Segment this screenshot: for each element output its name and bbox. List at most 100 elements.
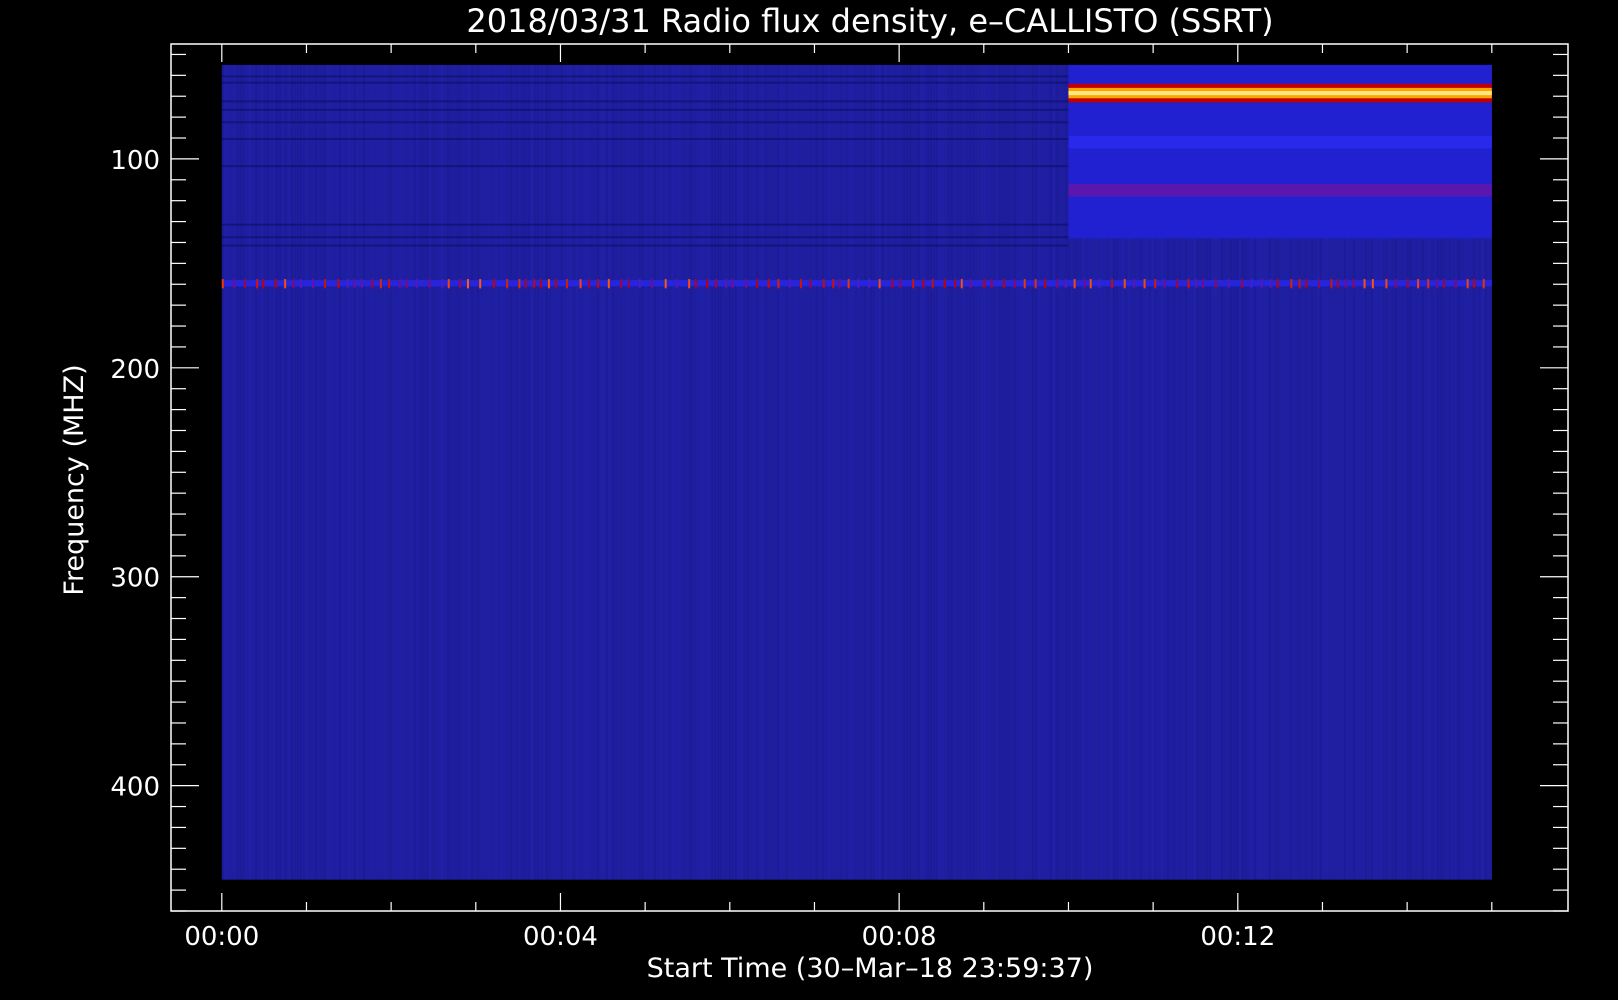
noise-stripe [996, 65, 998, 880]
rfi-speckle [588, 279, 591, 289]
noise-stripe [1041, 65, 1043, 880]
rfi-speckle [1083, 279, 1086, 289]
rfi-speckle [638, 279, 641, 289]
noise-stripe [360, 65, 362, 880]
noise-stripe [602, 64, 605, 880]
noise-stripe [470, 64, 473, 880]
rfi-speckle [1241, 279, 1244, 289]
noise-stripe [308, 64, 311, 880]
x-tick-label: 00:00 [184, 922, 259, 952]
noise-line [221, 138, 1069, 141]
noise-line [221, 223, 1069, 226]
noise-stripe [368, 64, 371, 880]
rfi-speckle [447, 279, 450, 289]
noise-stripe [1029, 65, 1031, 880]
noise-stripe [663, 65, 665, 880]
noise-stripe [783, 65, 785, 880]
rfi-speckle [1473, 279, 1476, 289]
rfi-speckle [262, 279, 265, 289]
noise-stripe [659, 64, 662, 880]
noise-stripe [608, 64, 611, 880]
rfi-speckle [324, 279, 327, 289]
rfi-speckle [1298, 279, 1301, 289]
rfi-speckle [1406, 279, 1409, 289]
noise-stripe [641, 64, 644, 880]
noise-stripe [413, 64, 416, 880]
noise-stripe [704, 64, 707, 880]
noise-stripe [260, 64, 263, 880]
noise-stripe [888, 65, 890, 880]
emission-band [1068, 183, 1492, 197]
noise-line [221, 100, 1069, 103]
rfi-speckle [731, 279, 734, 289]
noise-stripe [375, 65, 377, 880]
rfi-speckle [466, 279, 469, 289]
noise-stripe [560, 64, 563, 880]
noise-stripe [615, 65, 617, 880]
noise-stripe [650, 64, 653, 880]
noise-stripe [858, 65, 860, 880]
noise-stripe [545, 64, 548, 880]
noise-stripe [1049, 64, 1052, 880]
noise-stripe [462, 65, 464, 880]
rfi-speckle [715, 279, 718, 289]
rfi-speckle [533, 279, 536, 289]
rfi-speckle [1482, 279, 1485, 289]
rfi-speckle [284, 279, 287, 289]
rfi-speckle [857, 279, 860, 289]
noise-stripe [798, 65, 800, 880]
rfi-speckle [1163, 279, 1166, 289]
rfi-speckle [539, 279, 542, 289]
rfi-speckle [832, 279, 835, 289]
rfi-speckle [1269, 279, 1272, 289]
noise-stripe [863, 64, 866, 880]
y-tick-label: 200 [110, 355, 160, 385]
rfi-speckle [1260, 279, 1263, 289]
noise-stripe [296, 64, 299, 880]
noise-stripe [807, 65, 809, 880]
noise-stripe [540, 65, 542, 880]
noise-stripe [270, 65, 272, 880]
rfi-speckle [767, 279, 770, 289]
rfi-speckle [360, 279, 363, 289]
noise-stripe [998, 64, 1001, 880]
noise-stripe [521, 64, 524, 880]
rfi-speckle [1176, 279, 1179, 289]
noise-stripe [518, 64, 521, 880]
noise-stripe [449, 64, 452, 880]
noise-stripe [827, 64, 830, 880]
noise-stripe [453, 65, 455, 880]
rfi-speckle [506, 279, 509, 289]
noise-stripe [299, 64, 302, 880]
noise-stripe [263, 64, 266, 880]
noise-stripe [575, 64, 578, 880]
rfi-speckle [1436, 279, 1439, 289]
noise-stripe [728, 64, 731, 880]
noise-stripe [536, 64, 539, 880]
noise-stripe [389, 64, 392, 880]
noise-stripe [495, 65, 497, 880]
noise-stripe [620, 64, 623, 880]
noise-stripe [530, 64, 533, 880]
rfi-speckle [1202, 279, 1205, 289]
noise-stripe [713, 64, 716, 880]
noise-stripe [707, 64, 710, 880]
rfi-speckle [479, 279, 482, 289]
rfi-speckle [1073, 279, 1076, 289]
noise-stripe [323, 64, 326, 880]
noise-stripe [981, 65, 983, 880]
noise-stripe [723, 65, 725, 880]
noise-stripe [293, 64, 296, 880]
noise-stripe [584, 64, 587, 880]
rfi-speckle [664, 279, 667, 289]
noise-stripe [992, 64, 995, 880]
noise-stripe [701, 64, 704, 880]
rfi-speckle [1318, 279, 1321, 289]
noise-stripe [1022, 64, 1025, 880]
noise-stripe [345, 65, 347, 880]
rfi-speckle [405, 279, 408, 289]
rfi-speckle [931, 279, 934, 289]
noise-stripe [393, 65, 395, 880]
noise-stripe [1037, 64, 1040, 880]
noise-stripe [252, 65, 254, 880]
